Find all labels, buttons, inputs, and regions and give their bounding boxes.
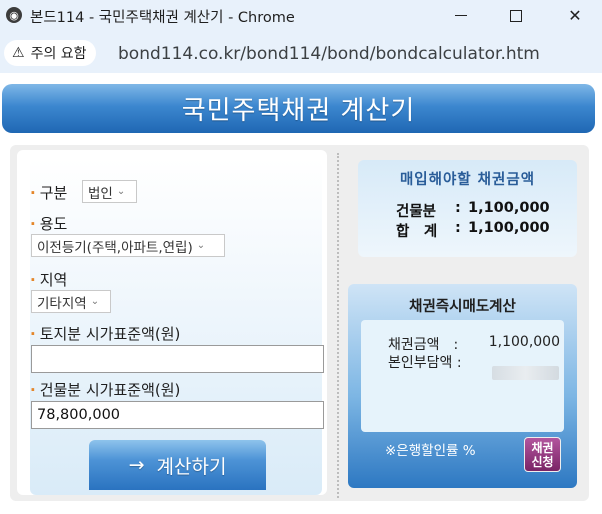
minimize-icon: [455, 14, 467, 17]
calculate-button[interactable]: → 계산하기: [89, 440, 266, 490]
result-heading: 매입해야할 채권금액: [399, 172, 536, 188]
purpose-label: · 용도: [30, 215, 68, 233]
page-banner: 국민주택채권 계산기: [2, 84, 595, 133]
chevron-down-icon: ⌄: [90, 296, 100, 307]
security-chip-label: 주의 요함: [30, 46, 87, 62]
maximize-icon: [510, 9, 522, 22]
chevron-down-icon: ⌄: [116, 186, 126, 197]
bank-discount-note: ※은행할인률 %: [385, 443, 476, 459]
bond-apply-button[interactable]: 채권 신청: [524, 437, 561, 472]
category-label: · 구분: [30, 184, 68, 202]
url-field[interactable]: bond114.co.kr/bond114/bond/bondcalculato…: [118, 44, 540, 64]
calculate-button-label: 계산하기: [156, 455, 227, 478]
bond-amount-result-panel: 매입해야할 채권금액 건물분 : 1,100,000 합 계 : 1,100,0…: [358, 160, 577, 257]
security-warning-chip[interactable]: ⚠ 주의 요함: [4, 40, 96, 66]
window-title: 본드114 - 국민주택채권 계산기 - Chrome: [30, 10, 295, 26]
browser-title-bar: ◉ 본드114 - 국민주택채권 계산기 - Chrome ✕: [0, 0, 602, 31]
maximize-button[interactable]: [493, 0, 539, 31]
address-bar: ⚠ 주의 요함 bond114.co.kr/bond114/bond/bondc…: [0, 31, 602, 73]
minimize-button[interactable]: [438, 0, 484, 31]
chevron-down-icon: ⌄: [196, 240, 206, 251]
immediate-sale-panel: 채권즉시매도계산 채권금액 : 1,100,000 본인부담액 : ※은행할인률…: [348, 284, 577, 488]
globe-icon: ◉: [6, 7, 22, 23]
purpose-select[interactable]: 이전등기(주택,아파트,연립) ⌄: [31, 234, 225, 257]
land-price-label: · 토지분 시가표준액(원): [30, 325, 181, 343]
panel-divider: [337, 153, 339, 498]
close-icon: ✕: [568, 6, 582, 25]
region-select[interactable]: 기타지역 ⌄: [31, 290, 111, 313]
page-content: 국민주택채권 계산기 · 구분 법인 ⌄ · 용도 이전등기(주택,아파트,연립) ⌄ …: [0, 73, 602, 514]
immediate-sale-heading: 채권즉시매도계산: [409, 299, 516, 315]
self-pay-redacted: [492, 366, 559, 380]
close-button[interactable]: ✕: [552, 0, 598, 31]
immediate-sale-details: 채권금액 : 1,100,000 본인부담액 :: [361, 320, 564, 432]
region-label: · 지역: [30, 271, 68, 289]
result-building-value: 1,100,000: [468, 200, 550, 216]
land-price-input[interactable]: [31, 345, 324, 373]
building-price-label: · 건물분 시가표준액(원): [30, 381, 181, 399]
bond-amount-value: 1,100,000: [488, 334, 560, 350]
banner-title: 국민주택채권 계산기: [181, 96, 416, 126]
warning-triangle-icon: ⚠: [12, 45, 25, 61]
result-total-value: 1,100,000: [468, 220, 550, 236]
arrow-right-icon: →: [128, 454, 145, 476]
building-price-input[interactable]: 78,800,000: [31, 401, 324, 429]
category-select[interactable]: 법인 ⌄: [82, 180, 137, 203]
